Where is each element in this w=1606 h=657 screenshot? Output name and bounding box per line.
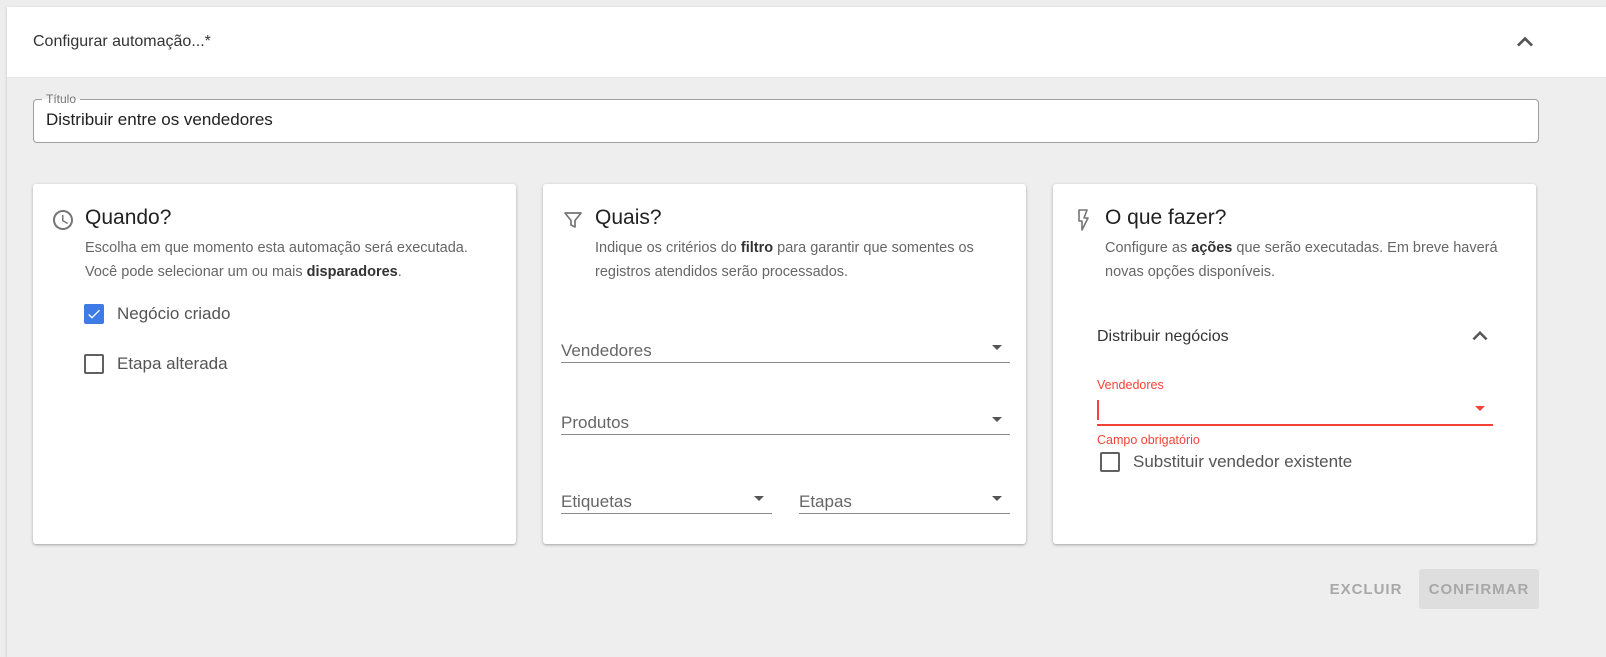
which-desc-prefix: Indique os critérios do bbox=[595, 240, 741, 256]
filter-icon bbox=[561, 208, 585, 232]
which-card-description: Indique os critérios do filtro para gara… bbox=[595, 236, 1013, 284]
panel-header[interactable]: Configurar automação...* bbox=[7, 7, 1606, 78]
when-card: Quando? Escolha em que momento esta auto… bbox=[33, 184, 516, 544]
trigger-option-negocio-criado[interactable]: Negócio criado bbox=[84, 304, 230, 324]
collapse-chevron-up-icon[interactable] bbox=[1509, 26, 1541, 58]
trigger-label: Etapa alterada bbox=[117, 354, 228, 373]
what-card-description: Configure as ações que serão executadas.… bbox=[1105, 236, 1523, 284]
title-field-label: Título bbox=[42, 92, 81, 106]
automation-panel: Configurar automação...* Título Quando? … bbox=[7, 7, 1606, 657]
what-desc-prefix: Configure as bbox=[1105, 240, 1192, 256]
flash-icon bbox=[1071, 208, 1095, 232]
dropdown-arrow-icon bbox=[992, 496, 1002, 501]
trigger-label: Negócio criado bbox=[117, 304, 231, 323]
title-field[interactable]: Título bbox=[33, 92, 1539, 143]
checkbox-unchecked-icon[interactable] bbox=[1100, 452, 1120, 472]
what-desc-bold: ações bbox=[1191, 240, 1233, 256]
sellers-action-select[interactable] bbox=[1097, 396, 1493, 426]
tags-filter-label: Etiquetas bbox=[561, 492, 632, 511]
which-desc-bold: filtro bbox=[740, 240, 774, 256]
replace-seller-option[interactable]: Substituir vendedor existente bbox=[1100, 452, 1352, 472]
distribute-deals-header[interactable]: Distribuir negócios bbox=[1097, 328, 1229, 346]
checkbox-unchecked-icon[interactable] bbox=[84, 354, 104, 374]
what-card-title: O que fazer? bbox=[1105, 206, 1227, 229]
which-card-title: Quais? bbox=[595, 206, 662, 229]
when-desc-bold: disparadores bbox=[306, 264, 398, 280]
collapse-action-chevron-up-icon[interactable] bbox=[1465, 321, 1497, 353]
stages-filter-label: Etapas bbox=[799, 492, 852, 511]
sellers-filter-label: Vendedores bbox=[561, 341, 652, 360]
which-card: Quais? Indique os critérios do filtro pa… bbox=[543, 184, 1026, 544]
tags-filter-select[interactable]: Etiquetas bbox=[561, 483, 772, 514]
replace-seller-label: Substituir vendedor existente bbox=[1133, 452, 1353, 471]
when-desc-line2-prefix: Você pode selecionar um ou mais bbox=[85, 264, 307, 280]
checkbox-checked-icon[interactable] bbox=[84, 304, 104, 324]
sellers-filter-select[interactable]: Vendedores bbox=[561, 332, 1010, 363]
when-card-title: Quando? bbox=[85, 206, 172, 229]
trigger-option-etapa-alterada[interactable]: Etapa alterada bbox=[84, 354, 228, 374]
when-card-description: Escolha em que momento esta automação se… bbox=[85, 236, 503, 284]
text-cursor bbox=[1097, 400, 1099, 420]
panel-title: Configurar automação...* bbox=[33, 33, 211, 50]
sellers-action-label: Vendedores bbox=[1097, 378, 1164, 392]
when-desc-line1: Escolha em que momento esta automação se… bbox=[85, 240, 468, 256]
when-desc-suffix: . bbox=[397, 264, 402, 280]
title-input[interactable] bbox=[46, 110, 1526, 130]
required-field-error: Campo obrigatório bbox=[1097, 433, 1200, 447]
dropdown-arrow-icon bbox=[1475, 406, 1485, 411]
products-filter-select[interactable]: Produtos bbox=[561, 404, 1010, 435]
dropdown-arrow-icon bbox=[992, 417, 1002, 422]
products-filter-label: Produtos bbox=[561, 413, 630, 432]
what-card: O que fazer? Configure as ações que serã… bbox=[1053, 184, 1536, 544]
confirm-button[interactable]: CONFIRMAR bbox=[1419, 569, 1539, 609]
dropdown-arrow-icon bbox=[754, 496, 764, 501]
delete-button[interactable]: EXCLUIR bbox=[1323, 569, 1409, 609]
stages-filter-select[interactable]: Etapas bbox=[799, 483, 1010, 514]
dropdown-arrow-icon bbox=[992, 345, 1002, 350]
clock-icon bbox=[51, 208, 75, 232]
